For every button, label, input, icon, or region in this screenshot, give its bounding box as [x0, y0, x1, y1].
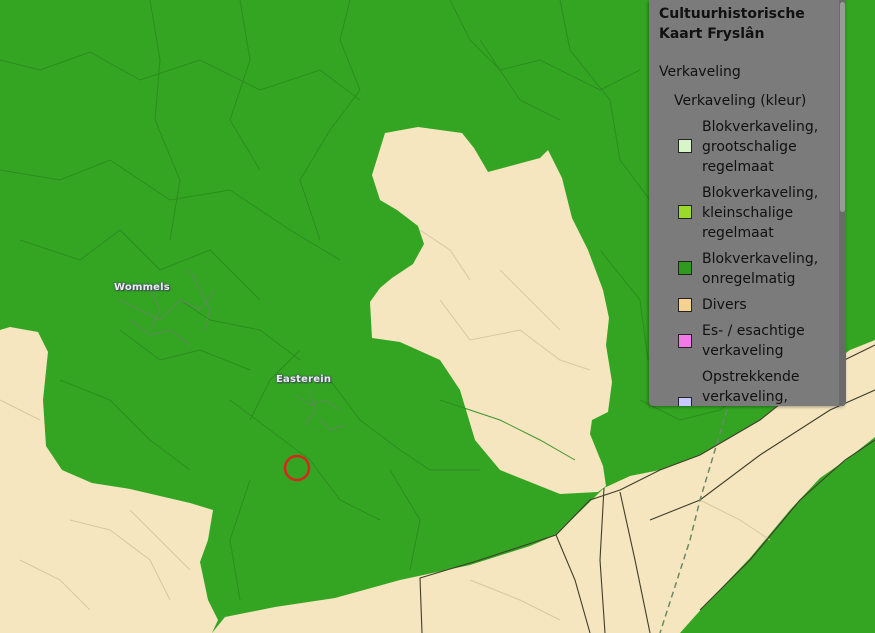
legend-item-label: Es- / esachtige verkaveling	[702, 323, 805, 359]
place-label-easterein: Easterein	[276, 374, 332, 385]
legend-swatch	[678, 261, 692, 275]
legend-layer-name: Verkaveling	[659, 64, 741, 80]
legend-scrollbar-thumb[interactable]	[840, 2, 845, 212]
legend-item-label: Blokverkaveling, grootschalige regelmaat	[702, 119, 819, 175]
legend-item-label: Blokverkaveling, kleinschalige regelmaat	[702, 185, 819, 241]
legend-panel: Cultuurhistorische Kaart Fryslân Verkave…	[649, 0, 846, 406]
legend-content[interactable]: Cultuurhistorische Kaart Fryslân Verkave…	[649, 0, 839, 406]
legend-swatch	[678, 205, 692, 219]
legend-sublayer-name: Verkaveling (kleur)	[674, 93, 807, 109]
legend-item-label: Opstrekkende verkaveling,	[702, 369, 800, 405]
legend-item-label: Blokverkaveling, onregelmatig	[702, 251, 819, 287]
legend-scrollbar[interactable]	[839, 0, 846, 406]
legend-swatch	[678, 298, 692, 312]
legend-item-label: Divers	[702, 297, 747, 313]
legend-title: Cultuurhistorische Kaart Fryslân	[659, 6, 805, 42]
place-label-wommels: Wommels	[114, 282, 170, 293]
legend-swatch	[678, 397, 692, 406]
legend-swatch	[678, 334, 692, 348]
legend-swatch	[678, 139, 692, 153]
